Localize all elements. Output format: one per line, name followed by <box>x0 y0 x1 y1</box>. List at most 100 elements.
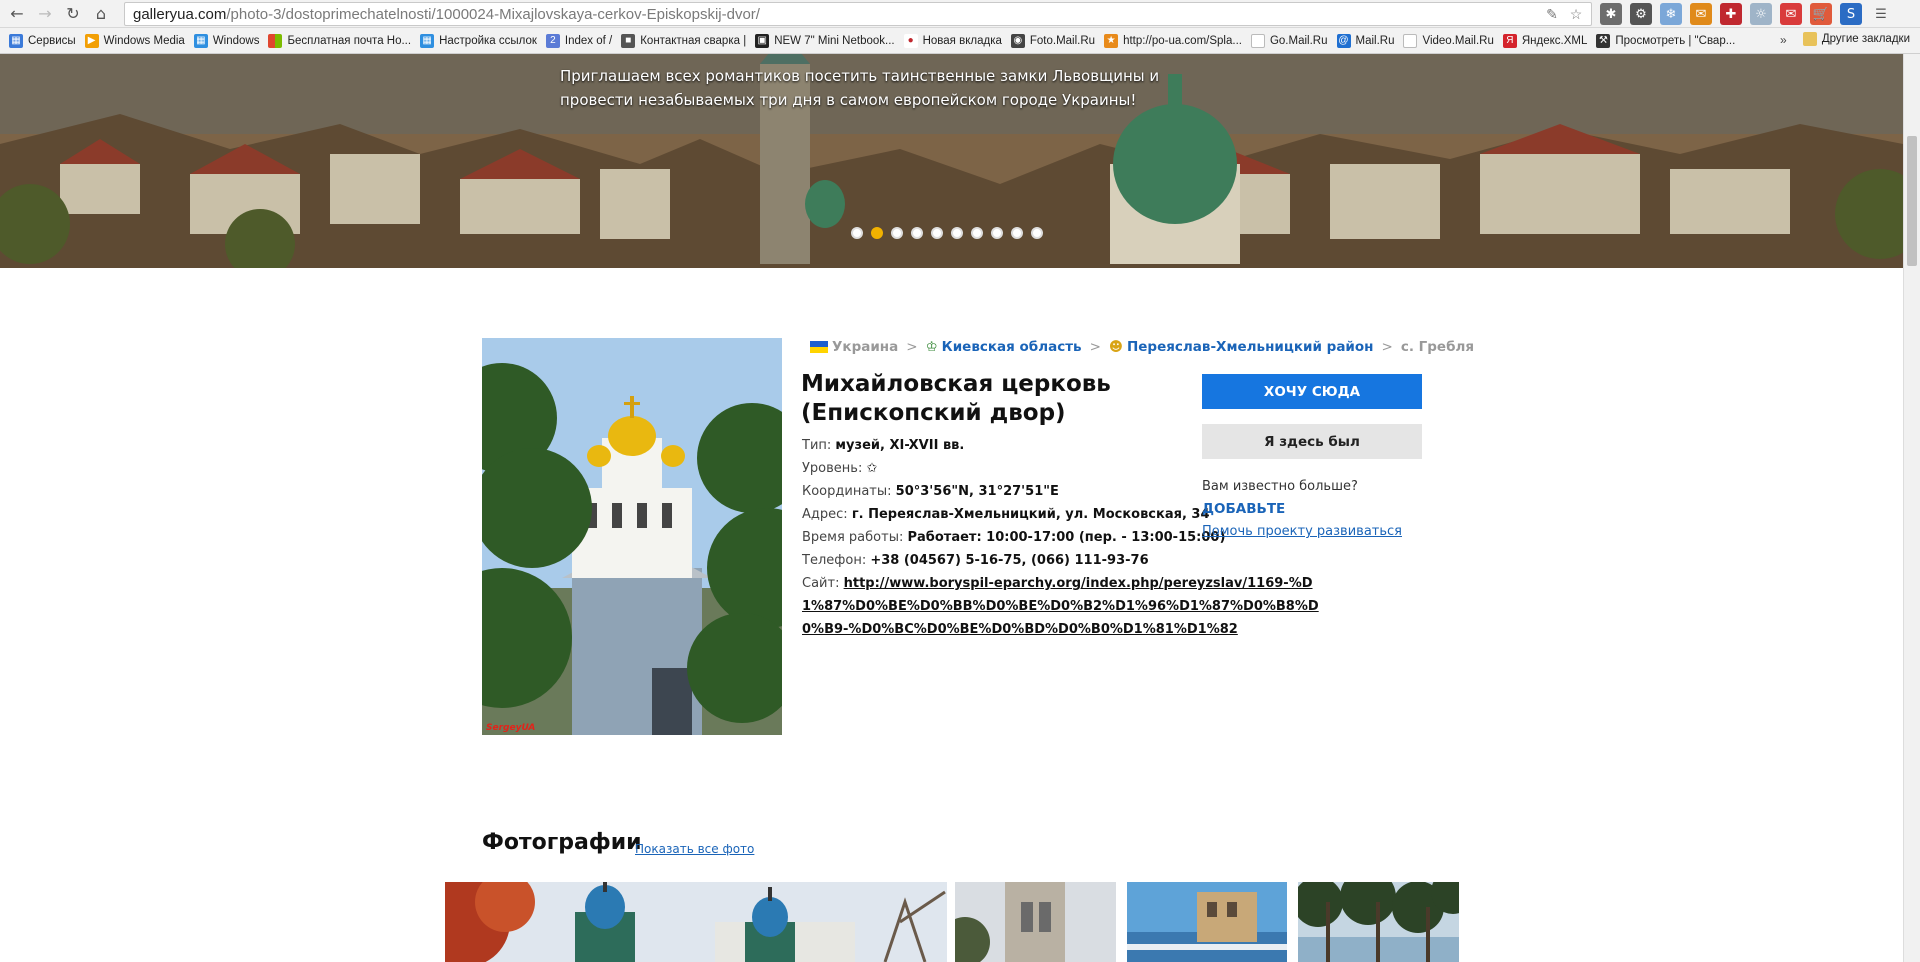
photo-thumbnail[interactable] <box>1127 882 1287 962</box>
gear-icon[interactable]: ⚙ <box>1630 3 1652 25</box>
bookmark-item[interactable]: 2 Index of / <box>545 33 612 48</box>
help-project-link[interactable]: Помочь проекту развиваться <box>1202 524 1402 539</box>
add-info-link[interactable]: ДОБАВЬТЕ <box>1202 501 1285 517</box>
bookmark-item[interactable]: Go.Mail.Ru <box>1250 33 1328 48</box>
slide-dot[interactable] <box>951 227 963 239</box>
tv-icon: ▣ <box>755 33 770 48</box>
snowflake-icon[interactable]: ❄ <box>1660 3 1682 25</box>
gmail-icon[interactable]: ✉ <box>1780 3 1802 25</box>
slide-dot[interactable] <box>851 227 863 239</box>
windows-flag-icon <box>268 33 283 48</box>
home-icon[interactable]: ⌂ <box>90 3 112 25</box>
bookmark-item[interactable]: ▦ Настройка ссылок <box>420 33 537 48</box>
camera-icon: ◉ <box>1010 33 1025 48</box>
info-level: Уровень: ✩ <box>802 461 878 476</box>
hero-caption: Приглашаем всех романтиков посетить таин… <box>560 67 1160 109</box>
site-link[interactable]: http://www.boryspil-eparchy.org/index.ph… <box>802 576 1319 637</box>
back-icon[interactable]: ← <box>6 3 28 25</box>
slide-dot[interactable] <box>911 227 923 239</box>
slide-dot[interactable] <box>1011 227 1023 239</box>
photo-thumbnail[interactable] <box>1298 882 1459 962</box>
ukraine-flag-icon <box>810 341 828 353</box>
url-host: galleryua.com <box>133 5 227 23</box>
region-emblem-icon: ♔ <box>925 339 938 355</box>
windows-icon: ▦ <box>193 33 208 48</box>
scrollbar-thumb[interactable] <box>1907 136 1917 266</box>
slide-dot[interactable] <box>971 227 983 239</box>
breadcrumb-separator: > <box>1089 339 1101 355</box>
bell-tower-photo <box>955 882 1116 962</box>
flag-uk-icon[interactable]: ✚ <box>1720 3 1742 25</box>
bookmark-item[interactable]: ▦ Сервисы <box>9 33 76 48</box>
bookmark-item[interactable]: @ Mail.Ru <box>1336 33 1394 48</box>
settings-cog-icon[interactable]: ☼ <box>1750 3 1772 25</box>
church-photo-image <box>482 338 782 735</box>
pine-forest-photo <box>1298 882 1459 962</box>
paint-brush-icon[interactable]: ✎ <box>1543 5 1561 23</box>
extension-tools-icon[interactable]: ✱ <box>1600 3 1622 25</box>
photo-thumbnail[interactable] <box>955 882 1116 962</box>
site-icon: ★ <box>1104 33 1119 48</box>
page-icon <box>1403 33 1418 48</box>
photo-thumbnail[interactable] <box>445 882 947 962</box>
page-title: Михайловская церковь (Епископский двор) <box>801 371 1111 426</box>
bookmarks-bar: ▦ Сервисы ▶ Windows Media ▦ Windows Бесплат… <box>0 28 1920 54</box>
photos-heading: Фотографии <box>482 830 642 855</box>
number-two-icon: 2 <box>545 33 560 48</box>
breadcrumb-region[interactable]: ♔ Киевская область <box>926 339 1082 355</box>
bookmark-item[interactable]: ★ http://po-ua.com/Spla... <box>1104 33 1242 48</box>
bookmark-item[interactable]: ▦ Windows <box>193 33 259 48</box>
photo-credit: SergeyUA <box>486 723 536 733</box>
welder-icon: ⚒ <box>1596 33 1611 48</box>
dots-icon: ● <box>903 33 918 48</box>
breadcrumb: Украина > ♔ Киевская область > ☻ Переясл… <box>810 339 1474 355</box>
windows-media-icon: ▶ <box>84 33 99 48</box>
browser-toolbar: ← → ↻ ⌂ galleryua.com/photo-3/dostoprime… <box>0 0 1920 28</box>
been-here-button[interactable]: Я здесь был <box>1202 424 1422 459</box>
apps-grid-icon: ▦ <box>9 33 23 48</box>
bookmark-item[interactable]: ■ Контактная сварка | <box>621 33 746 48</box>
breadcrumb-village[interactable]: с. Гребля <box>1401 339 1474 355</box>
extension-s-icon[interactable]: S <box>1840 3 1862 25</box>
folder-icon <box>1802 32 1817 46</box>
want-to-go-button[interactable]: ХОЧУ СЮДА <box>1202 374 1422 409</box>
shopping-cart-icon[interactable]: 🛒 <box>1810 3 1832 25</box>
page-scrollbar[interactable] <box>1903 54 1920 962</box>
bookmark-item[interactable]: ● Новая вкладка <box>903 33 1002 48</box>
at-sign-icon: @ <box>1336 33 1351 48</box>
slide-dot-active[interactable] <box>871 227 883 239</box>
district-emblem-icon: ☻ <box>1108 339 1123 355</box>
slide-dot[interactable] <box>1031 227 1043 239</box>
bookmark-item[interactable]: Бесплатная почта Но... <box>268 33 411 48</box>
forward-icon[interactable]: → <box>34 3 56 25</box>
bookmark-item[interactable]: ◉ Foto.Mail.Ru <box>1010 33 1095 48</box>
star-bookmark-icon[interactable]: ☆ <box>1567 5 1585 23</box>
ruined-castle-lake-photo <box>1127 882 1287 962</box>
breadcrumb-country[interactable]: Украина <box>810 339 898 355</box>
breadcrumb-district[interactable]: ☻ Переяслав-Хмельницкий район <box>1109 339 1374 355</box>
breadcrumb-separator: > <box>1381 339 1393 355</box>
welding-site-icon: ■ <box>621 33 636 48</box>
reload-icon[interactable]: ↻ <box>62 3 84 25</box>
bookmark-item[interactable]: Я Яндекс.XML <box>1502 33 1587 48</box>
yandex-xml-icon: Я <box>1502 33 1517 48</box>
slide-dot[interactable] <box>891 227 903 239</box>
slide-dot[interactable] <box>931 227 943 239</box>
slide-dot[interactable] <box>991 227 1003 239</box>
address-bar[interactable]: galleryua.com/photo-3/dostoprimechatelno… <box>124 2 1592 26</box>
other-bookmarks-folder[interactable]: Другие закладки <box>1802 32 1910 46</box>
show-all-photos-link[interactable]: Показать все фото <box>635 842 754 856</box>
menu-icon[interactable]: ☰ <box>1870 3 1892 25</box>
hero-banner: Приглашаем всех романтиков посетить таин… <box>0 54 1903 268</box>
windows-icon: ▦ <box>420 33 435 48</box>
bookmark-item[interactable]: ▶ Windows Media <box>84 33 185 48</box>
bookmark-item[interactable]: ⚒ Просмотреть | "Свар... <box>1596 33 1735 48</box>
bookmarks-overflow-chevron-icon[interactable]: » <box>1780 33 1787 47</box>
info-site: Сайт: http://www.boryspil-eparchy.org/in… <box>802 576 1319 637</box>
page-icon <box>1250 33 1265 48</box>
bookmark-item[interactable]: Video.Mail.Ru <box>1403 33 1494 48</box>
extension-notification-icon[interactable]: ✉ <box>1690 3 1712 25</box>
church-main-photo[interactable]: SergeyUA <box>482 338 782 735</box>
star-icon: ✩ <box>866 461 878 476</box>
bookmark-item[interactable]: ▣ NEW 7" Mini Netbook... <box>755 33 895 48</box>
